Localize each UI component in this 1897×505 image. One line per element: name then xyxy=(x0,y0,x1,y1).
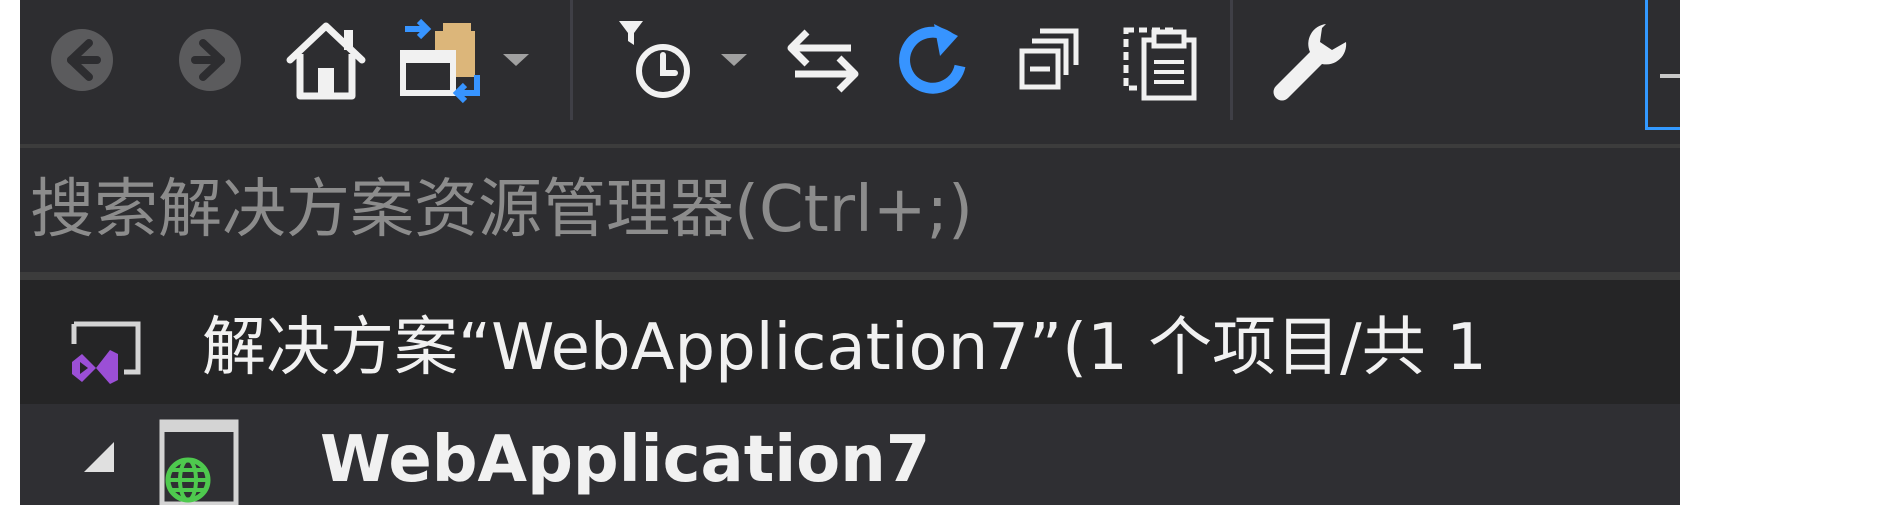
arrow-right-circle-icon xyxy=(179,29,241,91)
wrench-icon xyxy=(1273,24,1347,101)
solution-explorer-search[interactable]: 搜索解决方案资源管理器(Ctrl+;) xyxy=(20,148,1680,272)
web-project-globe-icon xyxy=(158,418,240,505)
home-icon xyxy=(286,22,366,100)
show-all-files-icon xyxy=(1123,27,1197,101)
switch-views-button[interactable] xyxy=(392,0,488,120)
toolbar-separator xyxy=(1230,0,1233,120)
project-label: WebApplication7 xyxy=(320,423,931,497)
collapse-all-icon xyxy=(1019,28,1079,90)
chevron-down-icon xyxy=(503,54,529,66)
refresh-button[interactable] xyxy=(888,0,980,120)
search-divider xyxy=(20,272,1680,280)
sync-arrows-icon xyxy=(787,29,859,93)
switch-views-dropdown[interactable] xyxy=(498,0,534,120)
tree-item-project[interactable]: WebApplication7 xyxy=(20,404,1680,505)
toolbar-separator xyxy=(570,0,573,120)
forward-button[interactable] xyxy=(170,0,250,120)
switch-views-icon xyxy=(400,18,480,104)
chevron-down-icon xyxy=(721,54,747,66)
pending-changes-filter-button[interactable] xyxy=(608,0,708,120)
visual-studio-solution-icon xyxy=(68,314,144,390)
expanded-triangle-icon xyxy=(84,442,114,472)
refresh-icon xyxy=(899,24,966,94)
search-input[interactable]: 搜索解决方案资源管理器(Ctrl+;) xyxy=(30,168,973,252)
solution-explorer-panel: 搜索解决方案资源管理器(Ctrl+;) 解决方案“WebApplication7… xyxy=(20,0,1680,505)
clock-filter-icon xyxy=(619,21,690,98)
back-button[interactable] xyxy=(42,0,122,120)
properties-button[interactable] xyxy=(1258,0,1358,120)
show-all-files-button[interactable] xyxy=(1112,0,1208,120)
overflow-dash xyxy=(1660,74,1680,78)
collapse-all-button[interactable] xyxy=(1004,0,1094,120)
toolbar-overflow-item[interactable] xyxy=(1645,0,1680,130)
home-button[interactable] xyxy=(278,0,374,120)
tree-item-solution[interactable]: 解决方案“WebApplication7”(1 个项目/共 1 xyxy=(20,292,1680,404)
solution-label: 解决方案“WebApplication7”(1 个项目/共 1 xyxy=(202,311,1487,385)
expand-collapse-toggle[interactable] xyxy=(82,440,118,480)
sync-with-active-document-button[interactable] xyxy=(778,0,868,120)
arrow-left-circle-icon xyxy=(51,29,113,91)
solution-explorer-toolbar xyxy=(20,0,1680,144)
pending-changes-filter-dropdown[interactable] xyxy=(716,0,752,120)
